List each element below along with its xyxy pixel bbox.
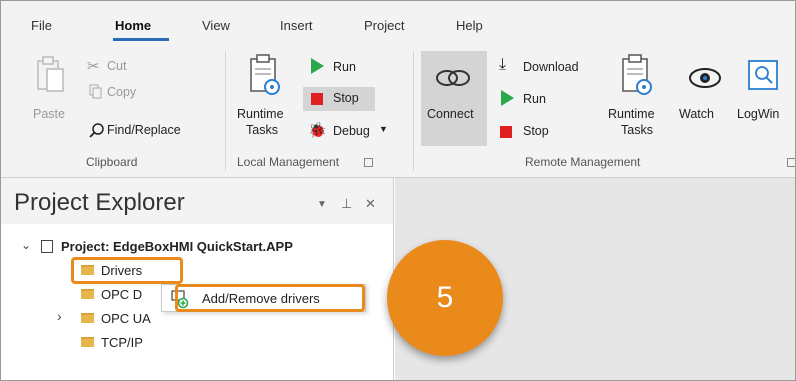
chevron-down-icon: ▼ <box>379 124 388 134</box>
tab-view[interactable]: View <box>202 18 230 33</box>
folder-icon <box>81 337 94 347</box>
remote-group-label: Remote Management <box>525 155 641 169</box>
paste-icon <box>37 56 64 92</box>
group-separator <box>413 51 414 171</box>
bug-icon: 🐞 <box>308 122 327 139</box>
remote-runtime-tasks-button[interactable]: Runtime Tasks <box>605 51 671 146</box>
panel-title: Project Explorer <box>14 189 185 216</box>
logwin-label: LogWin <box>737 107 780 121</box>
app-window: File Home View Insert Project Help Paste… <box>0 0 796 381</box>
tab-file[interactable]: File <box>31 18 52 33</box>
copy-label: Copy <box>107 85 137 99</box>
project-icon <box>41 239 53 253</box>
remote-run-button[interactable]: Run <box>497 89 567 111</box>
close-icon[interactable]: ✕ <box>365 196 376 212</box>
scissors-icon: ✂ <box>87 58 100 75</box>
remote-stop-label: Stop <box>523 124 549 138</box>
link-icon <box>436 70 470 86</box>
local-run-label: Run <box>333 60 356 74</box>
find-replace-button[interactable]: Find/Replace <box>87 121 217 141</box>
tree-item-opc-ua[interactable]: OPC UA <box>81 308 151 328</box>
local-runtime-label-1: Runtime <box>237 107 284 121</box>
tree-item-label: TCP/IP <box>101 334 143 350</box>
folder-icon <box>81 313 94 323</box>
dialog-launcher-icon[interactable] <box>787 158 795 167</box>
tree-project-node[interactable]: Project: EdgeBoxHMI QuickStart.APP <box>41 236 293 256</box>
runtime-tasks-icon <box>622 54 652 95</box>
watch-label: Watch <box>679 107 714 121</box>
tree-item-tcp-ip[interactable]: TCP/IP <box>81 332 143 352</box>
cut-button[interactable]: ✂ Cut <box>87 57 157 77</box>
remote-runtime-label-1: Runtime <box>608 107 655 121</box>
local-group-label: Local Management <box>237 155 340 169</box>
download-label: Download <box>523 60 579 74</box>
project-label: Project: EdgeBoxHMI QuickStart.APP <box>61 238 293 254</box>
cut-label: Cut <box>107 59 127 73</box>
tab-help[interactable]: Help <box>456 18 483 33</box>
logwin-button[interactable]: LogWin <box>735 51 795 146</box>
search-icon <box>89 123 104 138</box>
chevron-right-icon[interactable]: › <box>57 308 62 324</box>
folder-icon <box>81 289 94 299</box>
local-stop-button[interactable]: Stop <box>303 87 375 111</box>
ribbon: Paste ✂ Cut Copy Find/Replace Clipboard <box>1 43 795 178</box>
log-window-icon <box>748 60 778 90</box>
download-icon: ⤓ <box>499 56 507 73</box>
paste-label: Paste <box>33 107 65 121</box>
local-run-button[interactable]: Run <box>305 57 375 79</box>
debug-label: Debug <box>333 124 370 138</box>
menu-bar: File Home View Insert Project Help <box>1 1 795 43</box>
chevron-down-icon[interactable]: ⌄ <box>21 238 31 252</box>
tree-item-opc-d[interactable]: OPC D <box>81 284 142 304</box>
local-runtime-tasks-button[interactable]: Runtime Tasks <box>235 51 295 146</box>
tree-item-label: OPC D <box>101 286 143 302</box>
runtime-tasks-icon <box>250 54 280 95</box>
drivers-highlight <box>71 257 183 284</box>
play-icon <box>311 58 324 74</box>
paste-button[interactable]: Paste <box>29 55 73 125</box>
eye-icon <box>689 68 721 88</box>
panel-menu-icon[interactable]: ▼ <box>317 199 327 210</box>
connect-label: Connect <box>427 107 474 121</box>
find-replace-label: Find/Replace <box>107 123 181 137</box>
remote-run-label: Run <box>523 92 546 106</box>
stop-icon <box>500 126 512 138</box>
tab-project[interactable]: Project <box>364 18 404 33</box>
pin-icon[interactable]: ⊥ <box>341 196 352 212</box>
active-tab-indicator <box>113 38 169 41</box>
play-icon <box>501 90 514 106</box>
download-button[interactable]: ⤓ Download <box>497 56 607 79</box>
connect-button[interactable]: Connect <box>421 51 487 146</box>
debug-button[interactable]: 🐞 Debug ▼ <box>305 121 395 143</box>
local-runtime-label-2: Tasks <box>246 123 278 137</box>
copy-icon <box>89 84 102 99</box>
panel-header: Project Explorer ▼ ⊥ ✕ <box>1 178 393 224</box>
tree-item-label: OPC UA <box>101 310 151 326</box>
remote-stop-button[interactable]: Stop <box>497 121 567 143</box>
copy-button[interactable]: Copy <box>87 83 157 103</box>
remote-runtime-label-2: Tasks <box>621 123 653 137</box>
menu-item-highlight <box>175 284 365 312</box>
project-explorer-panel: Project Explorer ▼ ⊥ ✕ ⌄ Project: EdgeBo… <box>1 178 394 380</box>
tab-insert[interactable]: Insert <box>280 18 313 33</box>
stop-icon <box>311 93 323 105</box>
dialog-launcher-icon[interactable] <box>364 158 373 167</box>
clipboard-group-label: Clipboard <box>86 155 138 169</box>
group-separator <box>225 51 226 171</box>
step-callout: 5 <box>387 240 503 356</box>
tab-home[interactable]: Home <box>115 18 151 33</box>
local-stop-label: Stop <box>333 91 359 105</box>
watch-button[interactable]: Watch <box>677 51 733 146</box>
